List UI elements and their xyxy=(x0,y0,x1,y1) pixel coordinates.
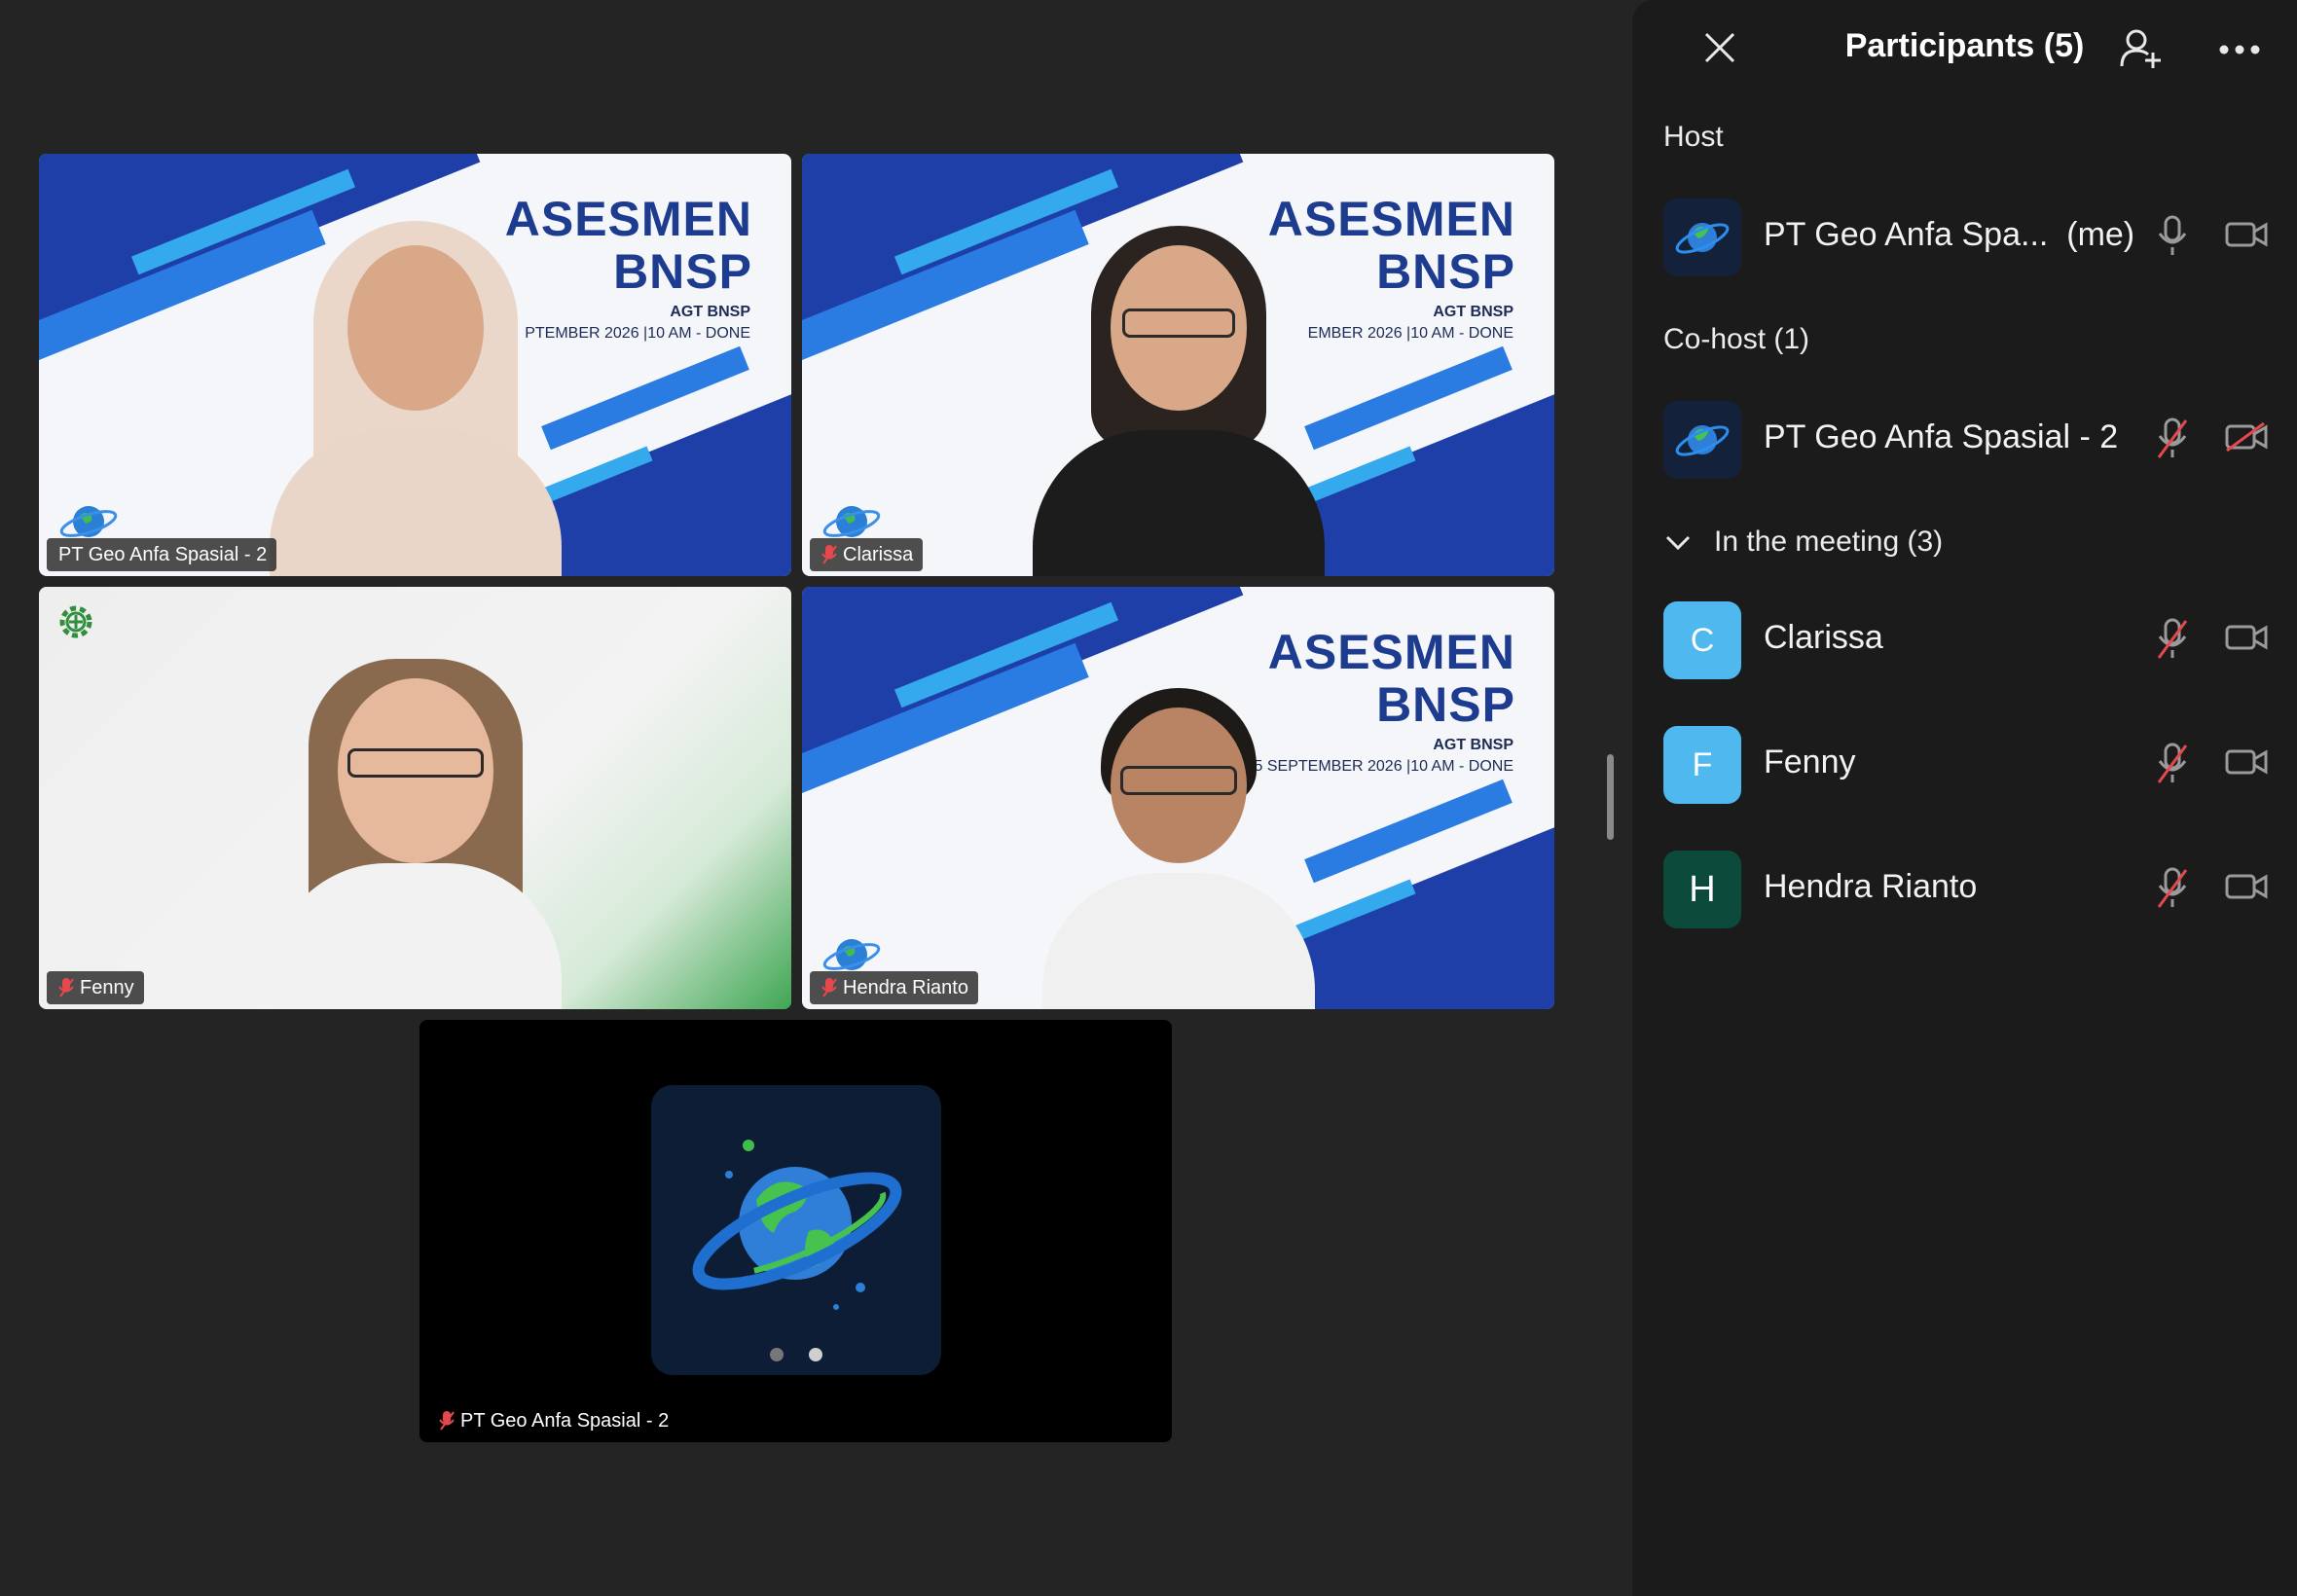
globe-logo-icon xyxy=(1675,425,1730,456)
participant-name-tag: Hendra Rianto xyxy=(810,971,978,1004)
video-camera-off-icon[interactable] xyxy=(2225,422,2268,452)
video-camera-icon[interactable] xyxy=(2225,220,2268,249)
participant-video xyxy=(1041,688,1315,1009)
participant-name: Clarissa xyxy=(1764,619,1883,656)
participant-name-tag: PT Geo Anfa Spasial - 2 xyxy=(427,1404,678,1437)
participant-video xyxy=(1023,206,1334,576)
microphone-muted-icon xyxy=(58,978,74,998)
globe-logo-icon xyxy=(822,506,881,537)
participant-row[interactable]: C Clarissa xyxy=(1632,601,2297,679)
microphone-muted-icon xyxy=(439,1411,455,1431)
avatar: H xyxy=(1663,851,1741,928)
globe-logo-icon xyxy=(822,939,881,970)
banner-date: EMBER 2026 |10 AM - DONE xyxy=(1307,325,1513,342)
gear-icon xyxy=(59,605,92,638)
avatar: C xyxy=(1663,601,1741,679)
globe-logo-icon xyxy=(692,1140,902,1310)
participant-video xyxy=(240,639,591,1009)
microphone-muted-icon[interactable] xyxy=(2156,742,2189,786)
in-meeting-group-toggle[interactable]: In the meeting (3) xyxy=(1663,526,1943,559)
avatar xyxy=(1663,199,1741,276)
globe-logo-icon xyxy=(59,506,118,537)
panel-title: Participants (5) xyxy=(1844,27,2085,64)
add-participant-icon xyxy=(2120,29,2161,68)
more-icon xyxy=(2219,45,2260,54)
microphone-muted-icon[interactable] xyxy=(2156,617,2189,662)
video-tile-clarissa[interactable]: ASESMEN BNSP AGT BNSP EMBER 2026 |10 AM -… xyxy=(802,154,1554,576)
participant-row[interactable]: F Fenny xyxy=(1632,726,2297,804)
chevron-down-icon xyxy=(1665,535,1691,551)
pager-dot-active xyxy=(809,1348,822,1361)
avatar xyxy=(1663,401,1741,479)
microphone-muted-icon xyxy=(821,978,837,998)
participant-video xyxy=(260,206,571,576)
participant-name: Hendra Rianto xyxy=(1764,868,1978,905)
participant-name: PT Geo Anfa Spa... (me) xyxy=(1764,216,2135,253)
participant-name: Fenny xyxy=(1764,744,1856,780)
section-in-meeting: In the meeting (3) xyxy=(1714,526,1944,558)
pager-dot xyxy=(770,1348,784,1361)
microphone-muted-icon[interactable] xyxy=(2156,866,2189,911)
section-cohost: Co-host (1) xyxy=(1663,323,1810,355)
video-camera-icon[interactable] xyxy=(2225,623,2268,652)
video-camera-icon[interactable] xyxy=(2225,747,2268,777)
participant-row-host[interactable]: PT Geo Anfa Spa... (me) xyxy=(1632,199,2297,276)
section-host: Host xyxy=(1663,121,1724,153)
microphone-muted-icon xyxy=(821,545,837,564)
participant-row-cohost[interactable]: PT Geo Anfa Spasial - 2 xyxy=(1632,401,2297,479)
video-tile-geo-anfa[interactable]: ASESMEN BNSP AGT BNSP PTEMBER 2026 |10 AM… xyxy=(39,154,791,576)
panel-resize-handle[interactable] xyxy=(1607,754,1614,840)
participant-name-tag: Clarissa xyxy=(810,538,924,571)
more-options-button[interactable] xyxy=(2210,25,2269,74)
panel-header: Participants (5) xyxy=(1632,0,2297,97)
avatar-pager xyxy=(651,1348,941,1361)
participant-avatar xyxy=(651,1085,941,1375)
video-tile-hendra[interactable]: ASESMEN BNSP AGT BNSP 5 SEPTEMBER 2026 |1… xyxy=(802,587,1554,1009)
video-camera-icon[interactable] xyxy=(2225,872,2268,901)
banner-subtitle: AGT BNSP xyxy=(1433,737,1513,753)
banner-subtitle: AGT BNSP xyxy=(1433,304,1513,320)
microphone-muted-icon[interactable] xyxy=(2156,417,2189,461)
video-tile-fenny[interactable]: Fenny xyxy=(39,587,791,1009)
participants-panel: Participants (5) Host PT Geo Anfa Spa... xyxy=(1632,0,2297,1596)
participant-name-tag: Fenny xyxy=(47,971,144,1004)
microphone-icon[interactable] xyxy=(2156,214,2189,259)
video-gallery: ASESMEN BNSP AGT BNSP PTEMBER 2026 |10 AM… xyxy=(0,0,1631,1596)
globe-logo-icon xyxy=(1675,223,1730,254)
participant-row[interactable]: H Hendra Rianto xyxy=(1632,851,2297,928)
avatar: F xyxy=(1663,726,1741,804)
participant-name: PT Geo Anfa Spasial - 2 xyxy=(1764,418,2119,455)
video-tile-geo-anfa-camera-off[interactable]: PT Geo Anfa Spasial - 2 xyxy=(419,1020,1172,1442)
banner-subtitle: AGT BNSP xyxy=(670,304,750,320)
participant-name-tag: PT Geo Anfa Spasial - 2 xyxy=(47,538,277,571)
invite-button[interactable] xyxy=(2111,21,2169,76)
